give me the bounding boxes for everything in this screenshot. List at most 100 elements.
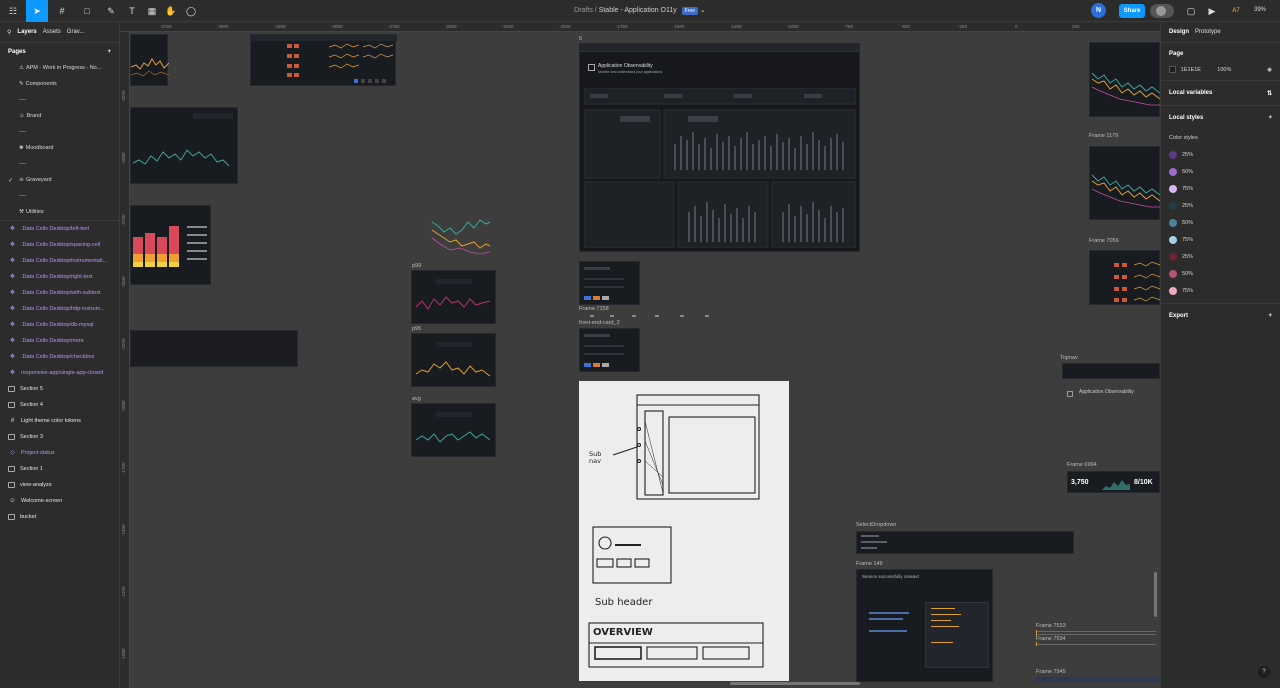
page-color-hex[interactable]: 1E1E1E xyxy=(1181,67,1217,73)
page-item[interactable]: ✎ Components xyxy=(0,76,119,92)
bar-chart-frame[interactable] xyxy=(130,205,211,285)
color-style-item[interactable]: 75% xyxy=(1169,180,1272,197)
table-frame[interactable] xyxy=(1089,250,1160,305)
help-icon[interactable]: ? xyxy=(1258,666,1270,678)
layer-item[interactable]: # Light theme color tokens xyxy=(0,413,119,429)
ai-badge[interactable]: A7 xyxy=(1225,0,1247,22)
construction-icon: ⚠ xyxy=(19,65,24,71)
layer-label: Project-status xyxy=(21,450,55,456)
layer-item[interactable]: Section 3 xyxy=(0,429,119,445)
layer-item[interactable]: ❖ responsive-app/single-app-closed xyxy=(0,365,119,381)
local-variables-label[interactable]: Local variables xyxy=(1169,90,1212,96)
layer-item[interactable]: ❖ .Data Cells Desktop/with-subtext xyxy=(0,285,119,301)
page-color-swatch[interactable] xyxy=(1169,66,1176,73)
color-style-item[interactable]: 25% xyxy=(1169,248,1272,265)
page-heading: Page xyxy=(1169,51,1184,57)
frame-7545-bar[interactable] xyxy=(1036,677,1160,682)
frame-label-7158: Frame 7158 xyxy=(579,306,609,312)
app-observability-frame[interactable]: Application Observability Monitor and un… xyxy=(579,43,860,252)
layer-item[interactable]: ❖ .Data Cells Desktop/instrumentati... xyxy=(0,253,119,269)
layer-item[interactable]: ❖ .Data Cells Desktop/spacing-cell xyxy=(0,237,119,253)
eye-icon[interactable]: ◉ xyxy=(1267,67,1272,73)
zoom-level[interactable]: 39% xyxy=(1254,7,1266,13)
layer-item[interactable]: ❖ .Data Cells Desktop/db-mysql xyxy=(0,317,119,333)
color-style-item[interactable]: 50% xyxy=(1169,265,1272,282)
layer-item[interactable]: ❖ .Data Cells Desktop/checkbox xyxy=(0,349,119,365)
log-lines[interactable] xyxy=(1036,630,1160,650)
add-style-icon[interactable]: + xyxy=(1268,115,1272,121)
app-card-frame[interactable] xyxy=(579,261,640,305)
tab-prototype[interactable]: Prototype xyxy=(1195,29,1221,35)
dev-mode-toggle[interactable] xyxy=(1150,4,1174,18)
page-label: Utilities xyxy=(25,209,44,215)
layer-item[interactable]: ❖ .Data Cells Desktop/left-text xyxy=(0,221,119,237)
layer-item[interactable]: Section 1 xyxy=(0,461,119,477)
color-style-item[interactable]: 50% xyxy=(1169,163,1272,180)
layer-item[interactable]: ◇ Project-status xyxy=(0,445,119,461)
topnav-frame[interactable] xyxy=(1062,363,1160,379)
layer-label: .Data Cells Desktop/checkbox xyxy=(21,354,95,360)
tab-layers[interactable]: Layers xyxy=(17,29,36,35)
add-export-icon[interactable]: + xyxy=(1268,313,1272,319)
component-icon: ❖ xyxy=(9,257,16,264)
layer-item[interactable]: Section 4 xyxy=(0,397,119,413)
layer-item[interactable]: ❖ .Data Cells Desktop/http-instrum... xyxy=(0,301,119,317)
p95-chart-frame[interactable] xyxy=(411,333,496,387)
tab-grav[interactable]: Grav... xyxy=(67,29,85,35)
page-item[interactable]: ---- xyxy=(0,124,119,140)
layer-item[interactable]: view-analyze xyxy=(0,477,119,493)
component-icon: ❖ xyxy=(9,273,16,280)
library-icon[interactable]: ▢ xyxy=(1180,0,1202,22)
line-chart-floating[interactable] xyxy=(430,212,492,262)
chart-frame[interactable] xyxy=(130,107,238,184)
color-style-item[interactable]: 50% xyxy=(1169,214,1272,231)
page-item[interactable]: ❀ Moodboard xyxy=(0,140,119,156)
page-opacity[interactable]: 100% xyxy=(1217,67,1267,73)
chart-frame[interactable] xyxy=(130,34,170,86)
file-name[interactable]: Stable - Application O11y xyxy=(599,7,677,14)
avg-chart-frame[interactable] xyxy=(411,403,496,457)
page-item[interactable]: ⚠ APM - Work in Progress - No... xyxy=(0,60,119,76)
page-item[interactable]: ---- xyxy=(0,188,119,204)
chart-frame[interactable] xyxy=(1089,146,1160,220)
page-item[interactable]: ---- xyxy=(0,92,119,108)
present-icon[interactable]: ▶ xyxy=(1201,0,1223,22)
table-frame[interactable] xyxy=(250,34,397,86)
layer-item[interactable]: Section 5 xyxy=(0,381,119,397)
vertical-scrollbar[interactable] xyxy=(1154,572,1157,617)
color-style-item[interactable]: 25% xyxy=(1169,146,1272,163)
add-page-icon[interactable]: + xyxy=(107,49,111,55)
page-item[interactable]: ☺ Brand xyxy=(0,108,119,124)
tab-assets[interactable]: Assets xyxy=(43,29,61,35)
color-style-item[interactable]: 75% xyxy=(1169,282,1272,299)
drafts-link[interactable]: Drafts xyxy=(574,7,593,14)
search-icon[interactable]: ⚲ xyxy=(7,29,11,36)
app-card-frame[interactable] xyxy=(579,328,640,372)
share-button[interactable]: Share xyxy=(1119,4,1145,18)
select-dropdown-frame[interactable] xyxy=(856,531,1074,554)
app-obs-title: Application Observability xyxy=(598,63,653,69)
canvas[interactable]: -3750 -3500 -3250 -3000 -2750 -2500 -2250 -2000… xyxy=(120,22,1160,688)
page-item[interactable]: ⚒ Utilities xyxy=(0,204,119,220)
layer-item[interactable]: ☺ Welcome-screen xyxy=(0,493,119,509)
success-frame[interactable]: Service successfully created xyxy=(856,569,993,682)
layer-label: responsive-app/single-app-closed xyxy=(21,370,104,376)
chevron-down-icon[interactable]: ⌄ xyxy=(700,7,706,14)
tab-design[interactable]: Design xyxy=(1169,29,1189,35)
page-item[interactable]: ---- xyxy=(0,156,119,172)
p99-chart-frame[interactable] xyxy=(411,270,496,324)
chart-frame[interactable] xyxy=(1089,42,1160,117)
stats-frame[interactable]: 3,750 8/10K xyxy=(1067,471,1160,493)
layer-item[interactable]: ❖ .Data Cells Desktop/right-text xyxy=(0,269,119,285)
layer-item[interactable]: bucket xyxy=(0,509,119,525)
horizontal-scrollbar[interactable] xyxy=(730,682,860,685)
color-style-item[interactable]: 75% xyxy=(1169,231,1272,248)
sketch-image[interactable]: Sub nav Sub header OVERVIEW xyxy=(579,381,789,681)
sliders-icon[interactable]: ⇅ xyxy=(1267,90,1272,97)
page-item[interactable]: ✓ ☠ Graveyard xyxy=(0,172,119,188)
color-style-item[interactable]: 25% xyxy=(1169,197,1272,214)
layer-label: .Data Cells Desktop/http-instrum... xyxy=(21,306,105,312)
avatar[interactable]: N xyxy=(1091,3,1106,18)
empty-frame[interactable] xyxy=(130,330,298,367)
layer-item[interactable]: ❖ .Data Cells Desktop/more xyxy=(0,333,119,349)
